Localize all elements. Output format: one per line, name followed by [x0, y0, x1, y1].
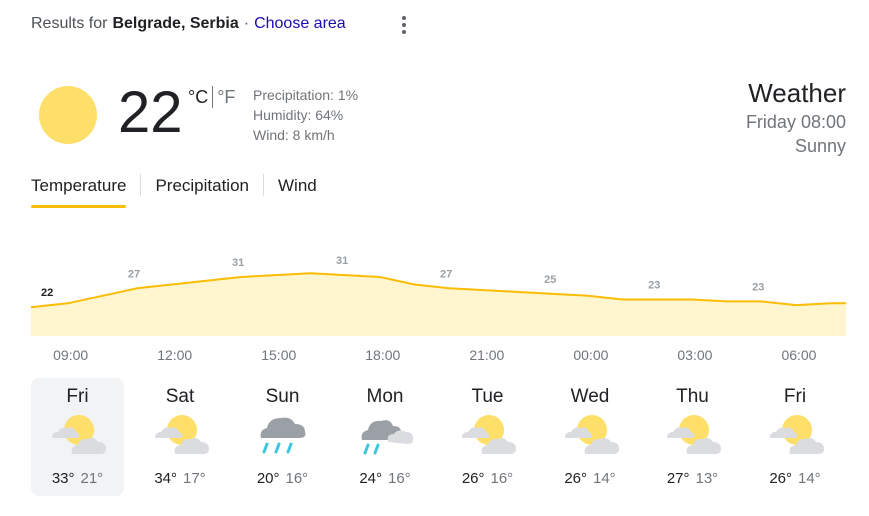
day-temperatures: 24° 16°: [339, 470, 432, 487]
temperature-data-label: 27: [440, 268, 452, 280]
day-name: Fri: [783, 386, 807, 407]
low-temperature: 17°: [183, 470, 206, 487]
forecast-day-fri[interactable]: Fri 33° 21°: [31, 378, 124, 496]
forecast-day-mon[interactable]: Mon 24° 16°: [339, 378, 432, 496]
hour-tick-label: 09:00: [53, 347, 89, 363]
hour-tick-label: 15:00: [261, 347, 297, 363]
high-temperature: 20°: [256, 470, 280, 487]
unit-toggle: °C °F: [188, 86, 235, 108]
low-temperature: 13°: [695, 470, 719, 487]
rain-showers-icon: [356, 412, 416, 458]
day-temperatures: 26° 14°: [749, 470, 842, 487]
temperature-data-label: 23: [752, 281, 764, 293]
day-name: Thu: [676, 386, 709, 407]
header-separator: ·: [243, 15, 250, 32]
forecast-day-tue[interactable]: Tue 26° 16°: [441, 378, 534, 496]
results-for-label: Results for: [31, 15, 108, 32]
chart-tabs: Temperature Precipitation Wind: [31, 172, 317, 208]
tab-divider: [263, 174, 264, 196]
choose-area-link[interactable]: Choose area: [254, 15, 346, 33]
unit-divider: [212, 86, 214, 108]
weather-title: Weather: [748, 78, 846, 108]
low-temperature: 16°: [490, 470, 514, 487]
low-temperature: 16°: [388, 470, 411, 487]
weather-time: Friday 08:00: [745, 112, 846, 132]
day-name: Tue: [471, 386, 504, 407]
high-temperature: 27°: [666, 470, 690, 487]
day-name: Sun: [265, 386, 300, 407]
temperature-data-label: 31: [232, 257, 244, 269]
high-temperature: 33°: [51, 470, 75, 487]
fahrenheit-button[interactable]: °F: [217, 87, 235, 108]
wind-detail: Wind: 8 km/h: [253, 127, 335, 143]
precipitation-detail: Precipitation: 1%: [253, 87, 359, 103]
hour-tick-label: 18:00: [365, 347, 401, 363]
weather-condition: Sunny: [794, 136, 846, 156]
day-temperatures: 20° 16°: [236, 470, 329, 487]
temperature-data-label: 23: [648, 280, 660, 292]
day-name: Mon: [366, 386, 404, 407]
low-temperature: 14°: [798, 470, 821, 487]
partly-cloudy-icon: [151, 412, 211, 458]
more-vert-icon[interactable]: [394, 13, 414, 37]
tab-temperature[interactable]: Temperature: [31, 172, 127, 208]
day-name: Wed: [570, 386, 610, 407]
high-temperature: 26°: [769, 470, 792, 487]
hour-tick-label: 12:00: [157, 347, 193, 363]
current-temperature: 22: [118, 80, 183, 145]
forecast-day-fri[interactable]: Fri 26° 14°: [749, 378, 842, 496]
forecast-day-sun[interactable]: Sun 20° 16°: [236, 378, 329, 496]
high-temperature: 24°: [359, 470, 382, 487]
partly-cloudy-icon: [561, 412, 621, 458]
hour-tick-label: 03:00: [677, 347, 713, 363]
day-temperatures: 33° 21°: [31, 470, 124, 487]
high-temperature: 26°: [461, 470, 485, 487]
day-name: Sat: [165, 386, 195, 407]
low-temperature: 14°: [593, 470, 616, 487]
temperature-data-label: 22: [41, 287, 53, 299]
temperature-area: [31, 273, 846, 336]
weather-summary: Weather Friday 08:00 Sunny: [746, 76, 846, 158]
temperature-data-label: 27: [128, 268, 140, 280]
tab-wind[interactable]: Wind: [278, 172, 317, 208]
hour-axis: 09:00 12:00 15:00 18:00 21:00 00:00 03:00 06:00: [31, 347, 846, 367]
tab-precipitation[interactable]: Precipitation: [155, 172, 249, 208]
day-temperatures: 34° 17°: [134, 470, 227, 487]
humidity-detail: Humidity: 64%: [253, 107, 344, 123]
forecast-day-thu[interactable]: Thu 27° 13°: [646, 378, 739, 496]
celsius-button[interactable]: °C: [188, 87, 208, 108]
day-temperatures: 27° 13°: [646, 470, 739, 487]
temperature-data-label: 25: [544, 274, 556, 286]
forecast-day-wed[interactable]: Wed 26° 14°: [544, 378, 637, 496]
temperature-chart: 22 27 31 31 27 25 23 23: [31, 255, 846, 336]
forecast-day-sat[interactable]: Sat 34° 17°: [134, 378, 227, 496]
rain-icon: [253, 412, 313, 458]
tab-divider: [140, 174, 142, 196]
temperature-data-label: 31: [336, 255, 348, 267]
low-temperature: 21°: [80, 470, 104, 487]
low-temperature: 16°: [285, 470, 309, 487]
sunny-icon: [39, 86, 97, 144]
location-name: Belgrade, Serbia: [112, 15, 239, 32]
hour-tick-label: 21:00: [469, 347, 505, 363]
day-temperatures: 26° 16°: [441, 470, 534, 487]
daily-forecast: Fri 33° 21° Sat 34° 17° Sun 20° 16° Mon 24° 16° Tue 2…: [31, 378, 861, 496]
high-temperature: 26°: [564, 470, 587, 487]
day-temperatures: 26° 14°: [544, 470, 637, 487]
partly-cloudy-icon: [48, 412, 108, 458]
partly-cloudy-icon: [458, 412, 518, 458]
hour-tick-label: 06:00: [781, 347, 817, 363]
weather-details: Precipitation: 1% Humidity: 64% Wind: 8 …: [253, 85, 358, 145]
results-header: Results for Belgrade, Serbia · Choose ar…: [31, 15, 346, 33]
hour-tick-label: 00:00: [573, 347, 609, 363]
partly-cloudy-icon: [663, 412, 723, 458]
day-name: Fri: [66, 386, 89, 407]
partly-cloudy-icon: [766, 412, 826, 458]
high-temperature: 34°: [154, 470, 177, 487]
